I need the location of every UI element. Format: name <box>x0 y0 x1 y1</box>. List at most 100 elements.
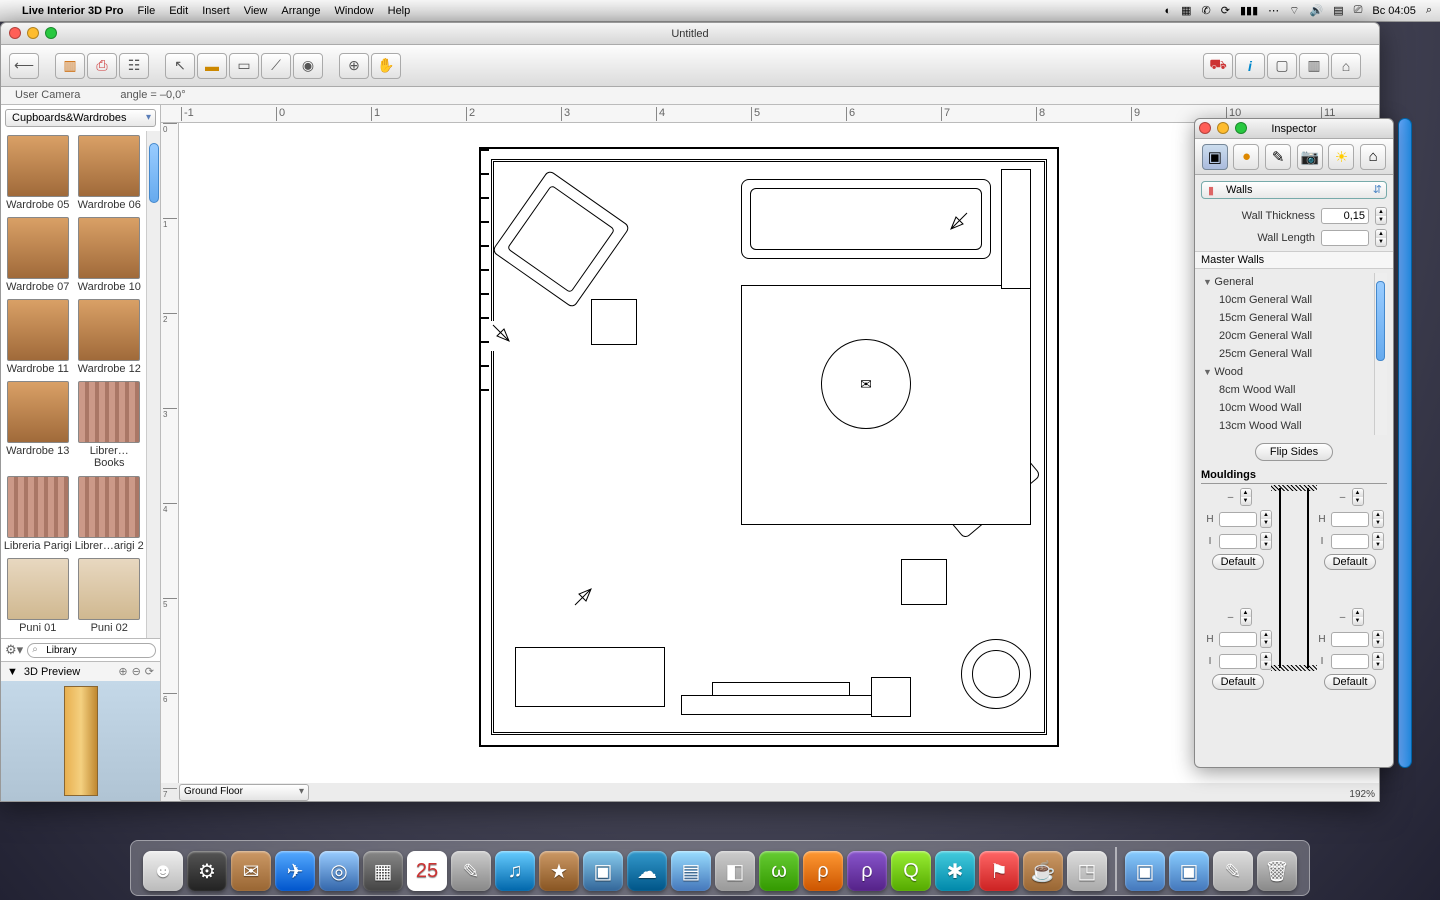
library-item[interactable]: Libreria Parigi <box>3 474 73 554</box>
menu-help[interactable]: Help <box>388 5 411 17</box>
camera-tool[interactable]: ◉ <box>293 53 323 79</box>
3d-view-button[interactable]: ⌂ <box>1331 53 1361 79</box>
tv-unit[interactable] <box>681 695 881 715</box>
status-flag-icon[interactable]: ▤ <box>1333 4 1343 17</box>
menu-insert[interactable]: Insert <box>202 5 230 17</box>
library-item[interactable]: Puni 02 <box>75 556 145 636</box>
section-dropdown[interactable]: Walls <box>1201 181 1387 199</box>
moulding-stepper[interactable]: ▲▼ <box>1372 510 1384 528</box>
dock-app-icon[interactable]: ♫ <box>495 851 535 891</box>
menu-file[interactable]: File <box>137 5 155 17</box>
moulding-w-input[interactable] <box>1331 654 1369 669</box>
wall-cabinet[interactable] <box>481 149 489 409</box>
minimize-button[interactable] <box>27 27 39 39</box>
dock-app-icon[interactable]: ⚑ <box>979 851 1019 891</box>
moulding-w-input[interactable] <box>1219 534 1257 549</box>
room-tool[interactable]: ▭ <box>229 53 259 79</box>
status-icon[interactable]: ▦ <box>1181 4 1191 17</box>
zoom-button[interactable] <box>45 27 57 39</box>
moulding-stepper[interactable]: ▲▼ <box>1240 488 1252 506</box>
dock-app-icon[interactable]: Q <box>891 851 931 891</box>
dock-app-icon[interactable]: ☻ <box>143 851 183 891</box>
tree-item[interactable]: 25cm General Wall <box>1201 345 1374 363</box>
tree-item[interactable]: 15cm General Wall <box>1201 309 1374 327</box>
moulding-w-input[interactable] <box>1331 534 1369 549</box>
tree-scrollbar[interactable] <box>1374 273 1387 435</box>
print-button[interactable]: ⎙ <box>87 53 117 79</box>
status-wifi-icon[interactable]: ⌔ <box>1289 4 1299 18</box>
tree-item[interactable]: 10cm General Wall <box>1201 291 1374 309</box>
default-button[interactable]: Default <box>1212 674 1265 690</box>
status-icon[interactable]: ◐ <box>1164 5 1171 17</box>
dock-folder-icon[interactable]: ▣ <box>1125 851 1165 891</box>
menu-edit[interactable]: Edit <box>169 5 188 17</box>
tree-item[interactable]: 8cm Wood Wall <box>1201 381 1374 399</box>
menu-view[interactable]: View <box>244 5 268 17</box>
select-tool[interactable]: ↖ <box>165 53 195 79</box>
default-button[interactable]: Default <box>1324 674 1377 690</box>
moulding-stepper[interactable]: ▲▼ <box>1260 510 1272 528</box>
wall-tool[interactable]: ▬ <box>197 53 227 79</box>
moulding-stepper[interactable]: ▲▼ <box>1352 488 1364 506</box>
tree-group[interactable]: General <box>1201 273 1374 291</box>
flip-sides-button[interactable]: Flip Sides <box>1255 443 1333 461</box>
library-item[interactable]: Wardrobe 06 <box>75 133 145 213</box>
floor-lamp[interactable] <box>941 209 971 239</box>
library-item[interactable]: Wardrobe 07 <box>3 215 73 295</box>
back-button[interactable]: ⟵ <box>9 53 39 79</box>
category-dropdown[interactable]: Cupboards&Wardrobes <box>5 109 156 127</box>
default-button[interactable]: Default <box>1324 554 1377 570</box>
ottoman[interactable] <box>871 677 911 717</box>
dock-app-icon[interactable]: ▤ <box>671 851 711 891</box>
moulding-h-input[interactable] <box>1331 632 1369 647</box>
library-scrollbar[interactable] <box>146 131 160 638</box>
shelf-unit[interactable] <box>1001 169 1031 289</box>
dock-app-icon[interactable]: ✎ <box>451 851 491 891</box>
tab-camera-icon[interactable]: 📷 <box>1297 144 1323 170</box>
moulding-stepper[interactable]: ▲▼ <box>1260 630 1272 648</box>
moulding-stepper[interactable]: ▲▼ <box>1240 608 1252 626</box>
dock-app-icon[interactable]: ▣ <box>583 851 623 891</box>
tab-building-icon[interactable]: ⌂ <box>1360 144 1386 170</box>
dock-app-icon[interactable]: ☁ <box>627 851 667 891</box>
dock-app-icon[interactable]: ◧ <box>715 851 755 891</box>
moulding-h-input[interactable] <box>1331 512 1369 527</box>
app-menu[interactable]: Live Interior 3D Pro <box>22 5 123 17</box>
library-item[interactable]: Wardrobe 13 <box>3 379 73 471</box>
moulding-stepper[interactable]: ▲▼ <box>1352 608 1364 626</box>
tree-group[interactable]: Wood <box>1201 363 1374 381</box>
side-table[interactable] <box>901 559 947 605</box>
tab-object-icon[interactable]: ▣ <box>1202 144 1228 170</box>
moulding-stepper[interactable]: ▲▼ <box>1372 652 1384 670</box>
wall-length-input[interactable] <box>1321 230 1369 246</box>
dock-app-icon[interactable]: ▦ <box>363 851 403 891</box>
window-scrollbar[interactable] <box>1398 118 1412 768</box>
library-item[interactable]: Librer… Books <box>75 379 145 471</box>
menu-window[interactable]: Window <box>335 5 374 17</box>
dock-app-icon[interactable]: ☕ <box>1023 851 1063 891</box>
library-item[interactable]: Puni 01 <box>3 556 73 636</box>
status-icon[interactable]: ⋯ <box>1268 4 1279 17</box>
dock-folder-icon[interactable]: ✎ <box>1213 851 1253 891</box>
tree-item[interactable]: 10cm Wood Wall <box>1201 399 1374 417</box>
dock-app-icon[interactable]: ◳ <box>1067 851 1107 891</box>
measure-tool[interactable]: ⟋ <box>261 53 291 79</box>
tab-edit-icon[interactable]: ✎ <box>1265 144 1291 170</box>
floorplan-outline[interactable]: 28,44 m² <box>479 147 1059 747</box>
pan-tool[interactable]: ✋ <box>371 53 401 79</box>
spotlight-icon[interactable]: ⌕ <box>1426 4 1432 17</box>
floor-lamp[interactable] <box>571 579 601 609</box>
wall-length-stepper[interactable]: ▲▼ <box>1375 229 1387 247</box>
status-battery-icon[interactable]: ▮▮▮ <box>1240 4 1258 17</box>
moulding-h-input[interactable] <box>1219 632 1257 647</box>
dock-app-icon[interactable]: ✉ <box>231 851 271 891</box>
moulding-w-input[interactable] <box>1219 654 1257 669</box>
rotate-icon[interactable]: ⟳ <box>145 665 154 678</box>
moulding-stepper[interactable]: ▲▼ <box>1372 630 1384 648</box>
dock-app-icon[interactable]: ⚙ <box>187 851 227 891</box>
moulding-stepper[interactable]: ▲▼ <box>1260 532 1272 550</box>
coffee-table[interactable] <box>821 339 911 429</box>
tab-materials-icon[interactable]: ● <box>1233 144 1259 170</box>
close-button[interactable] <box>9 27 21 39</box>
menu-arrange[interactable]: Arrange <box>281 5 320 17</box>
